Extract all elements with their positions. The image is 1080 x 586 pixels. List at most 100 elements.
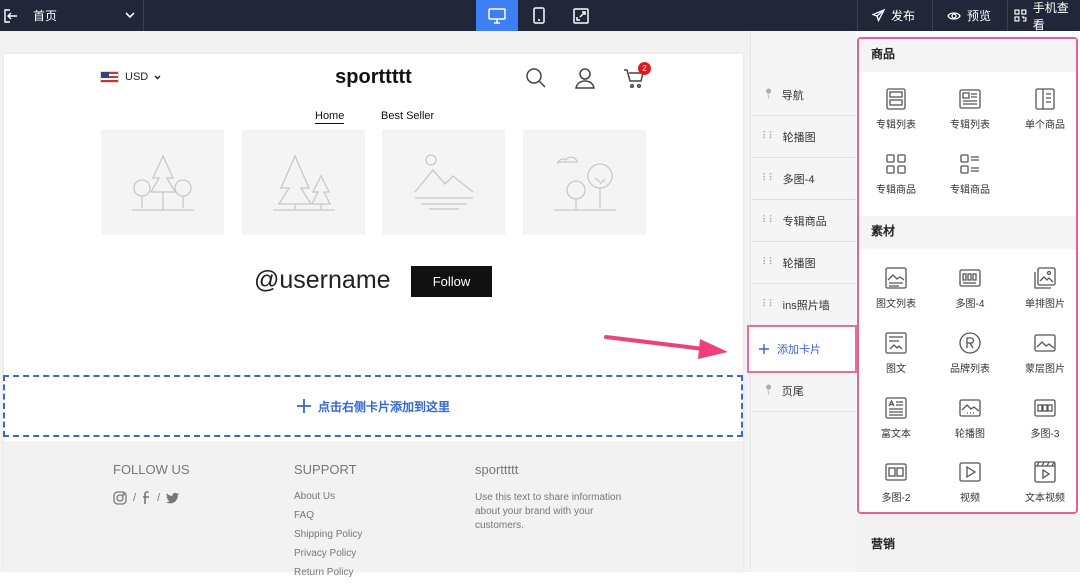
footer-support-heading: SUPPORT <box>294 462 357 477</box>
shop-footer: FOLLOW US / / SUPPORT About Us FAQ Shipp… <box>4 441 743 578</box>
component-carousel[interactable]: 轮播图 <box>935 397 1005 440</box>
desktop-view-button[interactable] <box>476 0 518 31</box>
list-grid-icon <box>960 154 979 174</box>
drag-handle-icon[interactable]: ⠇⠇ <box>762 215 776 226</box>
card-item-carousel[interactable]: ⠇⠇ 轮播图 <box>752 116 856 158</box>
footer-follow-column: FOLLOW US / / <box>113 441 190 505</box>
eye-icon <box>947 11 961 20</box>
qrcode-icon <box>1014 9 1027 22</box>
page-selector-label: 首页 <box>33 9 58 23</box>
image-placeholder <box>523 130 646 235</box>
overlay-image-icon <box>1034 334 1056 352</box>
preview-button[interactable]: 预览 <box>932 0 1007 31</box>
component-label: 专辑列表 <box>950 120 990 131</box>
footer-link[interactable]: Shipping Policy <box>294 529 362 540</box>
exit-icon[interactable] <box>0 0 22 31</box>
fullscreen-button[interactable] <box>560 0 602 31</box>
component-label: 视频 <box>960 493 980 504</box>
card-label: 多图-4 <box>782 173 815 186</box>
component-rich-text[interactable]: 富文本 <box>861 397 931 440</box>
card-item-footer[interactable]: 📍︎ 页尾 <box>752 370 856 412</box>
component-label: 单排图片 <box>1025 299 1065 310</box>
mobile-preview-button[interactable]: 手机查看 <box>1007 0 1080 32</box>
component-brand-list[interactable]: 品牌列表 <box>935 332 1005 375</box>
card-item-nav[interactable]: 📍︎ 导航 <box>752 74 856 116</box>
component-multi-image-3[interactable]: 多图-3 <box>1010 397 1080 440</box>
card-label: 轮播图 <box>782 131 816 144</box>
drag-handle-icon[interactable]: ⠇⠇ <box>762 173 776 184</box>
component-multi-image-2[interactable]: 多图-2 <box>861 461 931 504</box>
mountain-lake-icon <box>413 153 473 210</box>
card-label: 轮播图 <box>782 257 816 270</box>
component-overlay-image[interactable]: 蒙层图片 <box>1010 332 1080 375</box>
image-text-icon <box>885 332 907 354</box>
pin-icon: 📍︎ <box>762 89 775 100</box>
page-selector[interactable]: 首页 <box>26 0 144 31</box>
video-icon <box>959 462 981 482</box>
nav-home[interactable]: Home <box>315 110 345 124</box>
card-item-multi-image-4[interactable]: ⠇⠇ 多图-4 <box>752 158 856 200</box>
username: @username <box>254 266 391 294</box>
card-item-carousel[interactable]: ⠇⠇ 轮播图 <box>752 242 856 284</box>
footer-link[interactable]: Privacy Policy <box>294 548 362 559</box>
component-label: 专辑商品 <box>876 185 916 196</box>
single-row-images-icon <box>1034 267 1056 289</box>
mobile-view-button[interactable] <box>518 0 560 31</box>
component-label: 富文本 <box>881 429 911 440</box>
search-icon[interactable] <box>524 66 548 90</box>
card-label: 专辑商品 <box>782 215 827 228</box>
component-label: 多图-2 <box>881 493 911 504</box>
footer-follow-heading: FOLLOW US <box>113 462 190 477</box>
single-product-icon <box>1035 88 1055 110</box>
footer-link[interactable]: Return Policy <box>294 567 362 578</box>
card-list-panel: 📍︎ 导航 ⠇⠇ 轮播图 ⠇⠇ 多图-4 ⠇⠇ 专辑商品 ⠇⠇ 轮播图 ⠇⠇ i… <box>747 31 857 572</box>
component-single-row-images[interactable]: 单排图片 <box>1010 267 1080 310</box>
card-item-ins-wall[interactable]: ⠇⠇ ins照片墙 <box>752 284 856 326</box>
component-label: 轮播图 <box>955 429 985 440</box>
component-label: 单个商品 <box>1025 120 1065 131</box>
card-label: 页尾 <box>781 385 804 398</box>
multi-image-4-icon <box>959 269 981 287</box>
pointer-arrow <box>604 335 728 359</box>
card-label: 添加卡片 <box>777 344 821 356</box>
social-separator: / <box>157 492 161 504</box>
account-icon[interactable] <box>573 66 597 90</box>
nav-best-seller[interactable]: Best Seller <box>381 110 434 122</box>
instagram-icon[interactable] <box>113 491 127 505</box>
follow-button[interactable]: Follow <box>411 266 492 297</box>
chevron-down-icon <box>125 12 135 19</box>
component-album-list[interactable]: 专辑列表 <box>935 88 1005 131</box>
component-video[interactable]: 视频 <box>935 461 1005 504</box>
component-label: 多图-4 <box>955 299 985 310</box>
drop-zone-text: 点击右侧卡片添加到这里 <box>317 399 450 414</box>
footer-link[interactable]: FAQ <box>294 510 362 521</box>
preview-label: 预览 <box>967 9 992 23</box>
multi-image-3-icon <box>1034 399 1056 417</box>
component-multi-image-4[interactable]: 多图-4 <box>935 267 1005 310</box>
footer-support-column: SUPPORT About Us FAQ Shipping Policy Pri… <box>294 441 362 586</box>
section-title-marketing: 营销 <box>871 537 896 551</box>
component-album-list[interactable]: 专辑列表 <box>861 88 931 131</box>
drag-handle-icon[interactable]: ⠇⠇ <box>762 257 776 268</box>
mobile-preview-label: 手机查看 <box>1032 0 1069 32</box>
card-drop-zone[interactable]: 点击右侧卡片添加到这里 <box>3 375 743 437</box>
footer-link[interactable]: About Us <box>294 491 362 502</box>
component-album-products[interactable]: 专辑商品 <box>935 153 1005 196</box>
drag-handle-icon[interactable]: ⠇⠇ <box>762 131 776 142</box>
album-list-grid-icon <box>959 89 981 109</box>
component-text-video[interactable]: 文本视频 <box>1010 461 1080 504</box>
preview-canvas: USD sporttttt 2 Home Best Seller @userna… <box>0 31 750 578</box>
component-album-products[interactable]: 专辑商品 <box>861 153 931 196</box>
card-item-album-products[interactable]: ⠇⠇ 专辑商品 <box>752 200 856 242</box>
component-label: 多图-3 <box>1030 429 1060 440</box>
section-title-products: 商品 <box>859 39 1076 72</box>
top-toolbar: 首页 发布 预览 手机查看 <box>0 0 1080 32</box>
add-card-button[interactable]: 添加卡片 <box>747 325 857 373</box>
component-single-product[interactable]: 单个商品 <box>1010 88 1080 131</box>
twitter-icon[interactable] <box>166 492 180 504</box>
component-image-text-list[interactable]: 图文列表 <box>861 267 931 310</box>
facebook-icon[interactable] <box>142 491 151 505</box>
publish-button[interactable]: 发布 <box>857 0 932 31</box>
drag-handle-icon[interactable]: ⠇⠇ <box>762 299 776 310</box>
component-image-text[interactable]: 图文 <box>861 332 931 375</box>
